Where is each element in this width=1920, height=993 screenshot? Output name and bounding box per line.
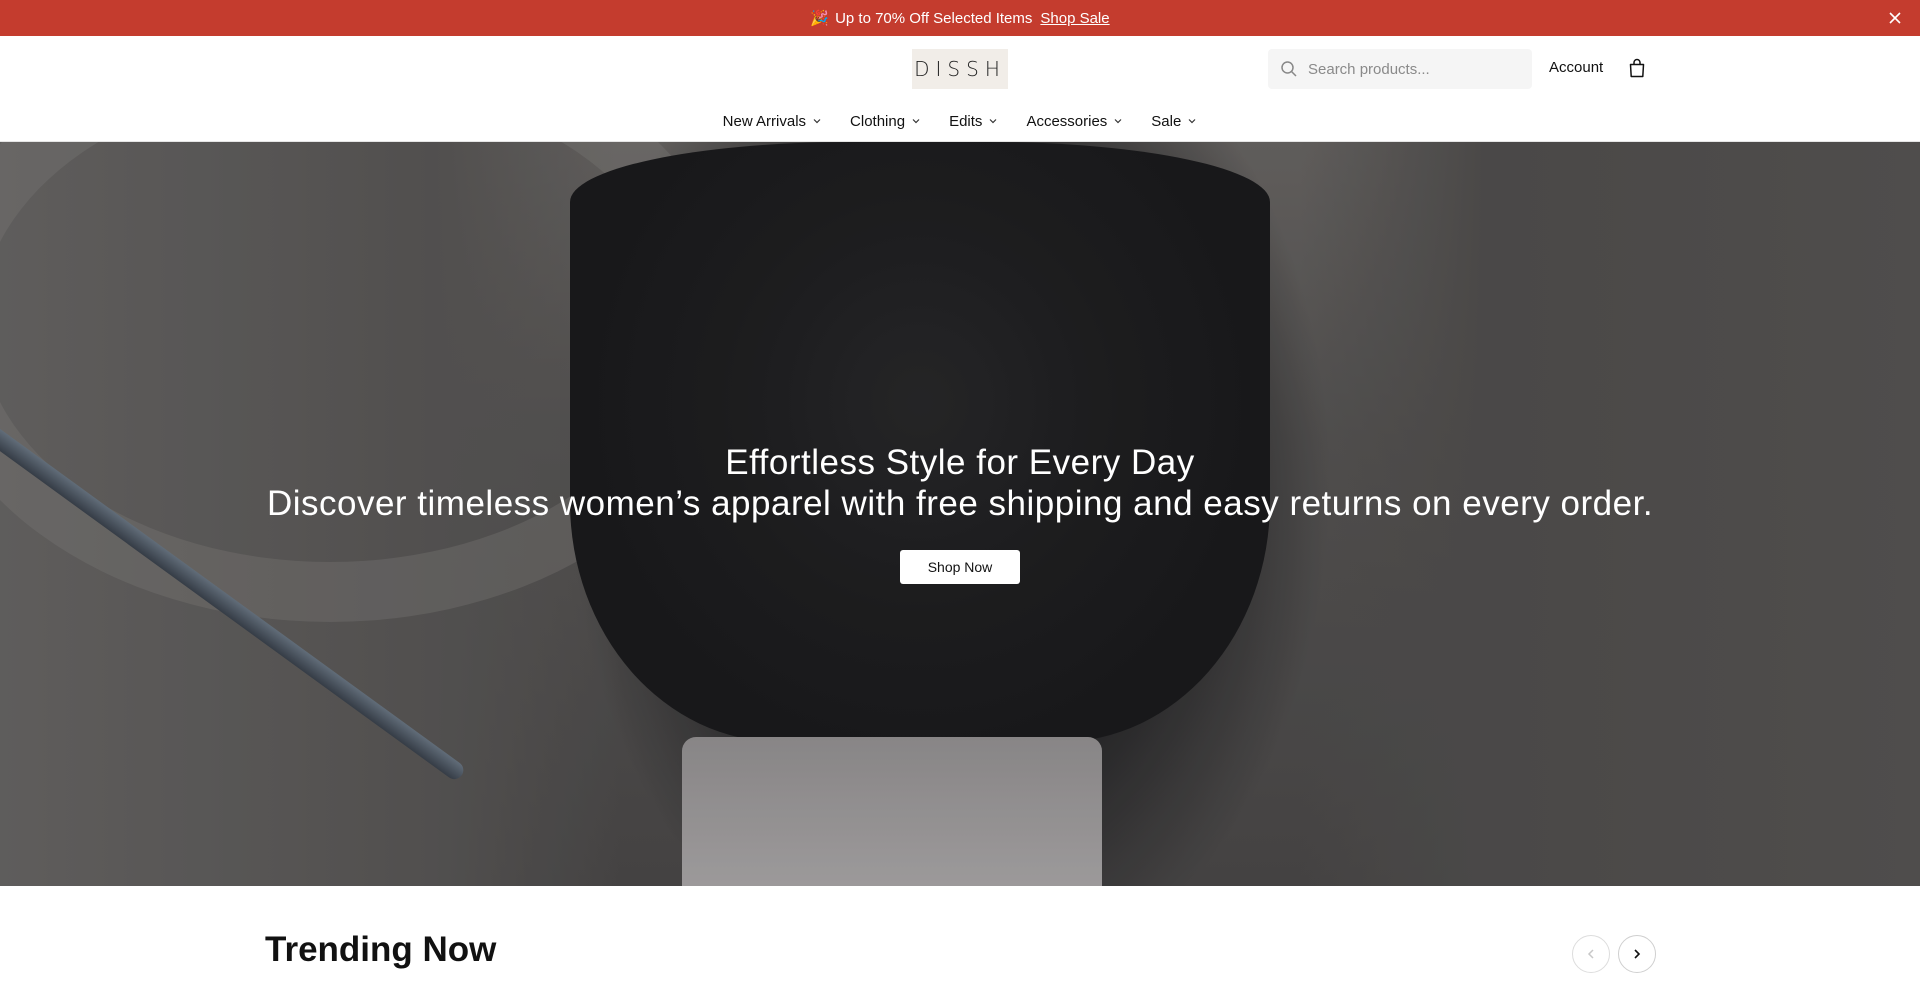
chevron-down-icon bbox=[1114, 119, 1122, 124]
chevron-down-icon bbox=[990, 119, 997, 124]
carousel-next-button[interactable] bbox=[1618, 935, 1656, 973]
announcement-bar: 🎉 Up to 70% Off Selected Items Shop Sale bbox=[0, 0, 1920, 36]
chevron-right-icon bbox=[1634, 949, 1641, 959]
hero-title: Effortless Style for Every Day bbox=[725, 443, 1195, 482]
search-icon bbox=[1281, 61, 1297, 77]
hero-banner: Effortless Style for Every Day Discover … bbox=[0, 142, 1920, 886]
shop-sale-link[interactable]: Shop Sale bbox=[1040, 10, 1109, 27]
nav-item-clothing[interactable]: Clothing bbox=[850, 113, 921, 130]
search-box[interactable] bbox=[1268, 49, 1532, 89]
nav-item-label: Clothing bbox=[850, 112, 906, 130]
carousel-prev-button[interactable] bbox=[1572, 935, 1610, 973]
nav-item-label: Accessories bbox=[1026, 112, 1108, 130]
trending-title: Trending Now bbox=[265, 930, 497, 969]
hero-content: Effortless Style for Every Day Discover … bbox=[0, 442, 1920, 584]
chevron-down-icon bbox=[1188, 119, 1196, 124]
nav-item-accessories[interactable]: Accessories bbox=[1026, 113, 1123, 130]
site-header: DISSH Account New Arrivals Clothing Edit… bbox=[0, 36, 1920, 142]
chevron-down-icon bbox=[912, 119, 920, 124]
shop-now-button[interactable]: Shop Now bbox=[900, 550, 1020, 584]
main-nav: New Arrivals Clothing Edits Accessories … bbox=[0, 106, 1920, 136]
nav-item-new-arrivals[interactable]: New Arrivals bbox=[723, 113, 822, 130]
nav-item-label: New Arrivals bbox=[722, 112, 807, 130]
shopping-bag-icon[interactable] bbox=[1628, 58, 1646, 78]
account-link[interactable]: Account bbox=[1549, 59, 1603, 76]
party-icon: 🎉 bbox=[810, 10, 830, 27]
chevron-left-icon bbox=[1587, 949, 1594, 959]
logo[interactable]: DISSH bbox=[912, 49, 1008, 89]
hero-subtitle: Discover timeless women’s apparel with f… bbox=[266, 484, 1654, 523]
announcement-message: Up to 70% Off Selected Items bbox=[835, 9, 1033, 27]
nav-item-sale[interactable]: Sale bbox=[1151, 113, 1197, 130]
chevron-down-icon bbox=[813, 119, 821, 124]
nav-item-label: Sale bbox=[1151, 112, 1182, 130]
close-icon[interactable] bbox=[1886, 9, 1904, 27]
nav-item-edits[interactable]: Edits bbox=[949, 113, 998, 130]
nav-item-label: Edits bbox=[949, 112, 983, 130]
search-input[interactable] bbox=[1308, 60, 1518, 78]
